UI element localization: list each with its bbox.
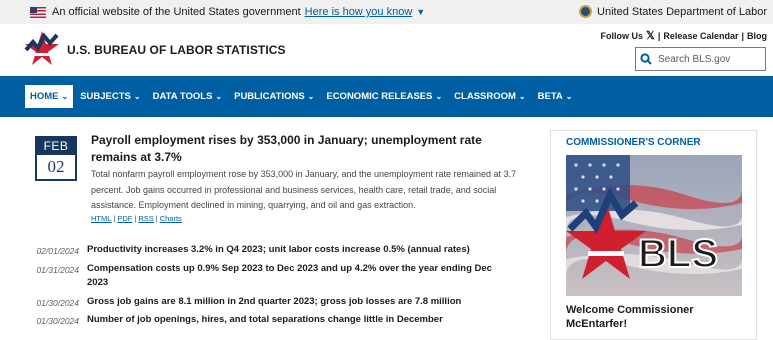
- nav-beta[interactable]: BETA ⌄: [533, 85, 578, 108]
- news-date: 01/31/2024: [36, 265, 79, 275]
- release-calendar-link[interactable]: Release Calendar: [663, 31, 738, 41]
- calendar-day: 02: [47, 157, 65, 176]
- commissioner-image[interactable]: BLS: [566, 155, 742, 296]
- commissioners-corner: COMMISSIONER'S CORNER BLS Welcome Commis…: [550, 130, 757, 340]
- site-header: U.S. BUREAU OF LABOR STATISTICS Follow U…: [0, 24, 773, 76]
- chevron-down-icon: ⌄: [435, 92, 443, 101]
- nav-label: PUBLICATIONS: [234, 91, 305, 102]
- nav-label: ECONOMIC RELEASES: [326, 91, 433, 102]
- news-date: 02/01/2024: [36, 246, 79, 256]
- x-icon[interactable]: 𝕏: [646, 29, 655, 42]
- nav-label: SUBJECTS: [80, 91, 131, 102]
- dol-seal-icon: [579, 5, 593, 18]
- bls-flag-graphic: BLS: [566, 155, 742, 296]
- gov-banner-text: An official website of the United States…: [52, 6, 301, 18]
- pdf-link[interactable]: PDF: [117, 214, 132, 223]
- rss-link[interactable]: RSS: [138, 214, 153, 223]
- news-date: 01/30/2024: [36, 298, 79, 308]
- nav-label: BETA: [537, 91, 563, 102]
- nav-label: HOME: [30, 91, 59, 102]
- link-sep: |: [155, 214, 158, 223]
- search-input[interactable]: Search BLS.gov: [635, 47, 766, 71]
- us-flag-icon: [30, 6, 46, 18]
- nav-home[interactable]: HOME ⌄: [25, 85, 74, 108]
- news-title-link[interactable]: Compensation costs up 0.9% Sep 2023 to D…: [87, 262, 497, 290]
- nav-classroom[interactable]: CLASSROOM ⌄: [449, 85, 530, 108]
- news-title-link[interactable]: Number of job openings, hires, and total…: [87, 313, 497, 328]
- chevron-down-icon: ⌄: [518, 92, 526, 101]
- util-sep: |: [657, 30, 661, 41]
- chevron-down-icon: ⌄: [565, 92, 573, 101]
- calendar-month: FEB: [37, 138, 75, 155]
- follow-us-link[interactable]: Follow Us: [601, 31, 644, 41]
- link-sep: |: [113, 214, 116, 223]
- news-title-link[interactable]: Gross job gains are 8.1 million in 2nd q…: [87, 295, 497, 310]
- list-item: 01/31/2024 Compensation costs up 0.9% Se…: [0, 262, 540, 290]
- calendar-date-icon: FEB 02: [35, 136, 77, 181]
- list-item: 02/01/2024 Productivity increases 3.2% i…: [0, 243, 540, 258]
- chevron-down-icon: ⌄: [215, 92, 223, 101]
- nav-data-tools[interactable]: DATA TOOLS ⌄: [148, 85, 228, 108]
- dol-link[interactable]: United States Department of Labor: [579, 5, 767, 18]
- featured-title[interactable]: Payroll employment rises by 353,000 in J…: [91, 132, 511, 166]
- dol-label: United States Department of Labor: [597, 5, 767, 18]
- news-date: 01/30/2024: [36, 316, 79, 326]
- html-link[interactable]: HTML: [91, 214, 111, 223]
- nav-economic-releases[interactable]: ECONOMIC RELEASES ⌄: [321, 85, 447, 108]
- list-item: 01/30/2024 Gross job gains are 8.1 milli…: [0, 295, 540, 310]
- link-sep: |: [134, 214, 137, 223]
- main-nav: HOME ⌄ SUBJECTS ⌄ DATA TOOLS ⌄ PUBLICATIONS…: [0, 76, 773, 117]
- featured-links: HTML | PDF | RSS | Charts: [91, 214, 182, 223]
- search-icon[interactable]: [640, 53, 652, 65]
- chevron-down-icon[interactable]: ▼: [416, 7, 425, 17]
- sidebar-caption[interactable]: Welcome Commissioner McEntarfer!: [566, 303, 746, 331]
- news-list: 02/01/2024 Productivity increases 3.2% i…: [0, 243, 540, 328]
- nav-label: DATA TOOLS: [152, 91, 213, 102]
- sidebar-heading: COMMISSIONER'S CORNER: [566, 137, 701, 148]
- nav-publications[interactable]: PUBLICATIONS ⌄: [229, 85, 319, 108]
- search-placeholder: Search BLS.gov: [658, 53, 731, 65]
- featured-summary: Total nonfarm payroll employment rose by…: [91, 169, 517, 210]
- gov-banner: An official website of the United States…: [0, 0, 773, 24]
- nav-subjects[interactable]: SUBJECTS ⌄: [75, 85, 145, 108]
- how-you-know-link[interactable]: Here is how you know: [305, 6, 413, 18]
- list-item: 01/30/2024 Number of job openings, hires…: [0, 313, 540, 328]
- chevron-down-icon: ⌄: [133, 92, 141, 101]
- charts-link[interactable]: Charts: [160, 214, 182, 223]
- util-sep: |: [741, 30, 744, 41]
- nav-label: CLASSROOM: [454, 91, 516, 102]
- chevron-down-icon: ⌄: [61, 92, 69, 101]
- site-brand[interactable]: U.S. BUREAU OF LABOR STATISTICS: [67, 43, 286, 57]
- utility-links: Follow Us 𝕏 | Release Calendar | Blog: [601, 29, 767, 42]
- bls-logo-icon[interactable]: [24, 30, 60, 68]
- news-title-link[interactable]: Productivity increases 3.2% in Q4 2023; …: [87, 243, 497, 258]
- blog-link[interactable]: Blog: [747, 31, 767, 41]
- bls-image-text: BLS: [637, 231, 719, 277]
- svg-text:BLS: BLS: [638, 232, 718, 276]
- chevron-down-icon: ⌄: [307, 92, 315, 101]
